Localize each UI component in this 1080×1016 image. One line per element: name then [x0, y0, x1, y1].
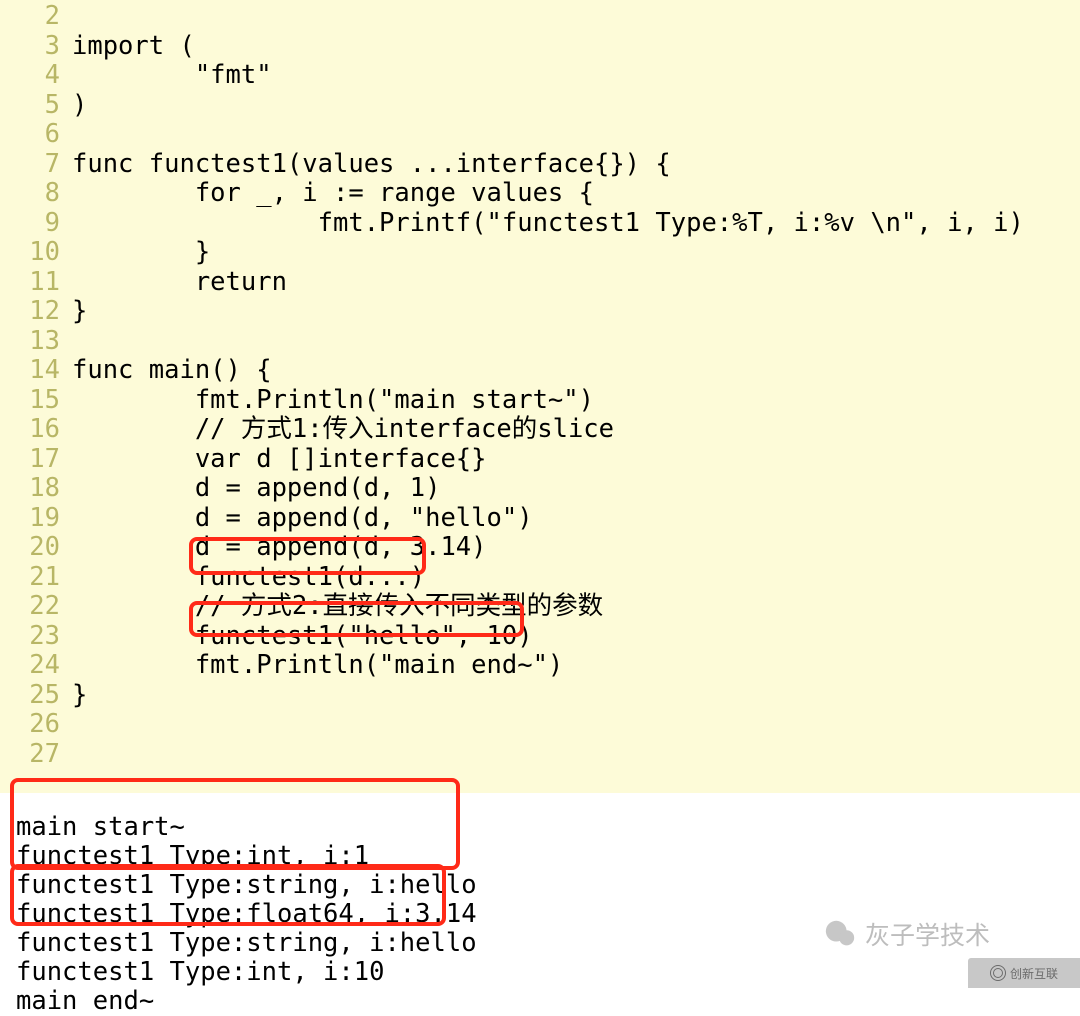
line-number: 11: [0, 268, 72, 298]
line-number: 24: [0, 651, 72, 681]
output-line: main end~: [16, 987, 1080, 1016]
code-text: fmt.Println("main end~"): [72, 651, 1080, 681]
code-line: 26: [0, 710, 1080, 740]
code-line: 13: [0, 327, 1080, 357]
code-line: 3import (: [0, 32, 1080, 62]
code-line: 24 fmt.Println("main end~"): [0, 651, 1080, 681]
code-editor: 2 3import ( 4 "fmt" 5) 6 7func functest1…: [0, 0, 1080, 793]
code-text: ): [72, 91, 1080, 121]
wechat-icon: [823, 917, 857, 951]
terminal-output: main start~ functest1 Type:int, i:1 func…: [0, 793, 1080, 1016]
code-text: // 方式1:传入interface的slice: [72, 415, 1080, 445]
code-text: fmt.Printf("functest1 Type:%T, i:%v \n",…: [72, 209, 1080, 239]
code-line: 15 fmt.Println("main start~"): [0, 386, 1080, 416]
code-line: 4 "fmt": [0, 61, 1080, 91]
code-line: 7func functest1(values ...interface{}) {: [0, 150, 1080, 180]
code-text: return: [72, 268, 1080, 298]
code-line: 22 // 方式2:直接传入不同类型的参数: [0, 592, 1080, 622]
line-number: 23: [0, 622, 72, 652]
code-text: d = append(d, 3.14): [72, 533, 1080, 563]
code-line: 12}: [0, 297, 1080, 327]
code-text: // 方式2:直接传入不同类型的参数: [72, 592, 1080, 622]
output-line: functest1 Type:int, i:10: [16, 958, 1080, 987]
wechat-watermark-text: 灰子学技术: [865, 916, 990, 952]
code-text: for _, i := range values {: [72, 179, 1080, 209]
line-number: 4: [0, 61, 72, 91]
line-number: 3: [0, 32, 72, 62]
line-number: 20: [0, 533, 72, 563]
line-number: 22: [0, 592, 72, 622]
code-text: func main() {: [72, 356, 1080, 386]
code-text: }: [72, 297, 1080, 327]
line-number: 13: [0, 327, 72, 357]
line-number: 2: [0, 2, 72, 32]
code-line: 16 // 方式1:传入interface的slice: [0, 415, 1080, 445]
line-number: 10: [0, 238, 72, 268]
code-line: 14func main() {: [0, 356, 1080, 386]
code-line: 19 d = append(d, "hello"): [0, 504, 1080, 534]
line-number: 27: [0, 740, 72, 770]
code-text: }: [72, 681, 1080, 711]
code-text: }: [72, 238, 1080, 268]
corner-watermark-text: 创新互联: [1010, 965, 1058, 982]
code-text: d = append(d, "hello"): [72, 504, 1080, 534]
line-number: 8: [0, 179, 72, 209]
line-number: 7: [0, 150, 72, 180]
output-line: main start~: [16, 813, 1080, 842]
code-text: func functest1(values ...interface{}) {: [72, 150, 1080, 180]
code-text: "fmt": [72, 61, 1080, 91]
code-text: fmt.Println("main start~"): [72, 386, 1080, 416]
line-number: 9: [0, 209, 72, 239]
output-line: functest1 Type:string, i:hello: [16, 871, 1080, 900]
code-line: 11 return: [0, 268, 1080, 298]
code-line: 27: [0, 740, 1080, 770]
code-text: functest1("hello", 10): [72, 622, 1080, 652]
code-line: 25}: [0, 681, 1080, 711]
line-number: 26: [0, 710, 72, 740]
line-number: 17: [0, 445, 72, 475]
corner-watermark: 创新互联: [968, 958, 1080, 988]
line-number: 6: [0, 120, 72, 150]
code-line: 9 fmt.Printf("functest1 Type:%T, i:%v \n…: [0, 209, 1080, 239]
line-number: 15: [0, 386, 72, 416]
code-line: 5): [0, 91, 1080, 121]
code-line: 17 var d []interface{}: [0, 445, 1080, 475]
wechat-watermark: 灰子学技术: [823, 916, 990, 952]
code-line: 18 d = append(d, 1): [0, 474, 1080, 504]
code-line: 21 functest1(d...): [0, 563, 1080, 593]
line-number: 12: [0, 297, 72, 327]
code-line: 6: [0, 120, 1080, 150]
line-number: 18: [0, 474, 72, 504]
code-line: 20 d = append(d, 3.14): [0, 533, 1080, 563]
code-line: 2: [0, 2, 1080, 32]
code-line: 8 for _, i := range values {: [0, 179, 1080, 209]
code-text: functest1(d...): [72, 563, 1080, 593]
code-text: d = append(d, 1): [72, 474, 1080, 504]
output-line: functest1 Type:int, i:1: [16, 842, 1080, 871]
line-number: 21: [0, 563, 72, 593]
line-number: 5: [0, 91, 72, 121]
line-number: 25: [0, 681, 72, 711]
brand-logo-icon: [990, 965, 1006, 981]
line-number: 19: [0, 504, 72, 534]
line-number: 14: [0, 356, 72, 386]
line-number: 16: [0, 415, 72, 445]
code-text: import (: [72, 32, 1080, 62]
code-line: 10 }: [0, 238, 1080, 268]
code-text: var d []interface{}: [72, 445, 1080, 475]
code-line: 23 functest1("hello", 10): [0, 622, 1080, 652]
